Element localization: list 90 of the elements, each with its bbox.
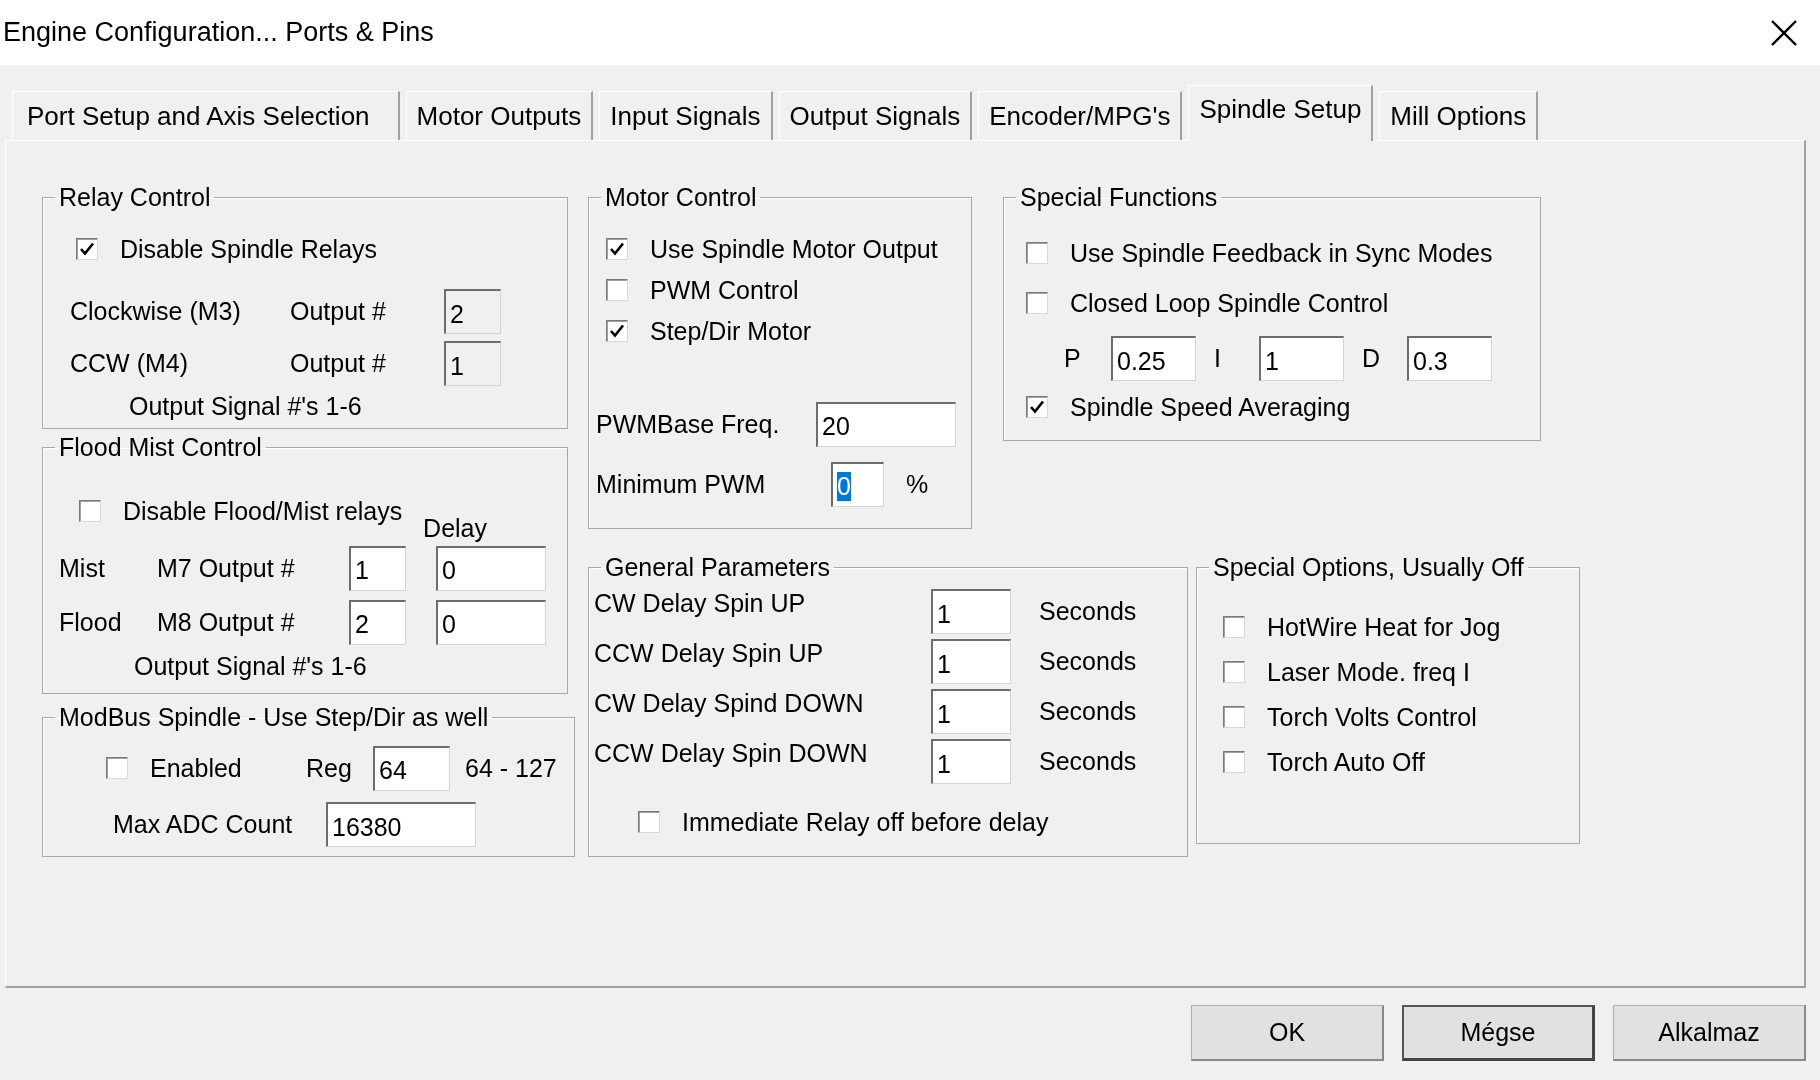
checkbox-label: Use Spindle Motor Output [650, 234, 938, 264]
checkbox-label: Closed Loop Spindle Control [1070, 288, 1389, 318]
label: Delay [423, 514, 487, 543]
checkbox[interactable] [606, 320, 628, 342]
group-title: Special Options, Usually Off [1212, 552, 1525, 583]
checkbox[interactable] [79, 500, 101, 522]
label: Output # [290, 297, 387, 326]
group-title: Motor Control [604, 182, 758, 213]
checkbox[interactable] [1026, 242, 1048, 264]
checkbox-label: HotWire Heat for Jog [1267, 612, 1501, 642]
input-field[interactable]: 0 [436, 545, 546, 591]
checkbox-label: Spindle Speed Averaging [1070, 392, 1351, 422]
label: Reg [306, 753, 353, 783]
label: Output Signal #'s 1-6 [134, 652, 367, 681]
tab[interactable]: Input Signals [599, 91, 773, 140]
checkbox[interactable] [638, 811, 660, 833]
input-field[interactable]: 1 [931, 689, 1011, 734]
group-title: Flood Mist Control [58, 432, 263, 463]
label: CW Delay Spin UP [594, 589, 807, 618]
label: Max ADC Count [113, 810, 294, 839]
label: CW Delay Spind DOWN [594, 689, 865, 718]
label: Output Signal #'s 1-6 [129, 392, 362, 421]
checkbox[interactable] [606, 238, 628, 260]
label: Seconds [1039, 597, 1137, 626]
tab[interactable]: Mill Options [1379, 91, 1539, 140]
label: M7 Output # [157, 553, 296, 583]
input-field[interactable]: 1 [1259, 336, 1344, 381]
input-field[interactable]: 20 [816, 401, 956, 447]
checkbox[interactable] [606, 279, 628, 301]
checkbox[interactable] [1026, 292, 1048, 314]
label: Seconds [1039, 747, 1137, 776]
label: CCW Delay Spin UP [594, 639, 825, 668]
checkbox-label: Immediate Relay off before delay [682, 807, 1049, 837]
dialog-button[interactable]: Mégse [1402, 1005, 1595, 1061]
checkbox[interactable] [76, 238, 98, 260]
checkbox-label: Enabled [150, 753, 243, 783]
checkbox-label: Step/Dir Motor [650, 316, 812, 346]
checkbox[interactable] [1223, 616, 1245, 638]
label: D [1362, 344, 1382, 373]
tab[interactable]: Port Setup and Axis Selection [12, 91, 400, 140]
checkbox-label: Disable Spindle Relays [120, 234, 378, 264]
group-title: ModBus Spindle - Use Step/Dir as well [58, 702, 490, 733]
label: Mist [59, 553, 106, 583]
checkbox-label: Torch Volts Control [1267, 702, 1477, 732]
label: PWMBase Freq. [596, 409, 781, 439]
checkbox-label: Disable Flood/Mist relays [123, 496, 403, 526]
label: Clockwise (M3) [70, 297, 242, 326]
label: I [1214, 344, 1222, 373]
label: CCW (M4) [70, 349, 190, 378]
group-title: Relay Control [58, 182, 212, 213]
close-icon[interactable] [1770, 18, 1798, 47]
group-title: General Parameters [604, 552, 832, 583]
input-field[interactable]: 16380 [326, 802, 476, 847]
label: Output # [290, 349, 387, 378]
checkbox-label: Torch Auto Off [1267, 747, 1425, 777]
input-field[interactable]: 0.3 [1407, 336, 1492, 381]
input-field[interactable]: 0 [436, 599, 546, 645]
input-field[interactable]: 1 [349, 545, 406, 591]
label: % [906, 469, 929, 499]
label: CCW Delay Spin DOWN [594, 739, 869, 768]
tab[interactable]: Output Signals [778, 91, 973, 140]
group-title: Special Functions [1019, 182, 1219, 213]
checkbox-label: Use Spindle Feedback in Sync Modes [1070, 238, 1493, 268]
input-field[interactable]: 64 [373, 745, 450, 791]
label: P [1064, 344, 1082, 373]
input-field[interactable]: 2 [349, 599, 406, 645]
label: Seconds [1039, 647, 1137, 676]
label: Minimum PWM [596, 469, 767, 499]
input-field[interactable]: 0 [831, 461, 884, 507]
checkbox-label: Laser Mode. freq I [1267, 657, 1470, 687]
checkbox-label: PWM Control [650, 275, 799, 305]
tab[interactable]: Encoder/MPG's [978, 91, 1183, 140]
input-field[interactable]: 1 [931, 739, 1011, 784]
label: Seconds [1039, 697, 1137, 726]
window-title: Engine Configuration... Ports & Pins [3, 17, 434, 48]
checkbox[interactable] [1223, 751, 1245, 773]
checkbox[interactable] [1223, 661, 1245, 683]
input-field[interactable]: 1 [931, 639, 1011, 684]
tab[interactable]: Spindle Setup [1188, 85, 1374, 141]
checkbox[interactable] [1026, 396, 1048, 418]
label: 64 - 127 [465, 753, 557, 783]
dialog-button[interactable]: Alkalmaz [1613, 1005, 1806, 1061]
input-field[interactable]: 1 [931, 589, 1011, 634]
dialog-button[interactable]: OK [1191, 1005, 1384, 1061]
label: M8 Output # [157, 607, 296, 637]
checkbox[interactable] [1223, 706, 1245, 728]
input-field[interactable]: 0.25 [1111, 336, 1196, 381]
tab[interactable]: Motor Outputs [405, 91, 594, 140]
checkbox[interactable] [106, 757, 128, 779]
label: Flood [59, 607, 123, 637]
